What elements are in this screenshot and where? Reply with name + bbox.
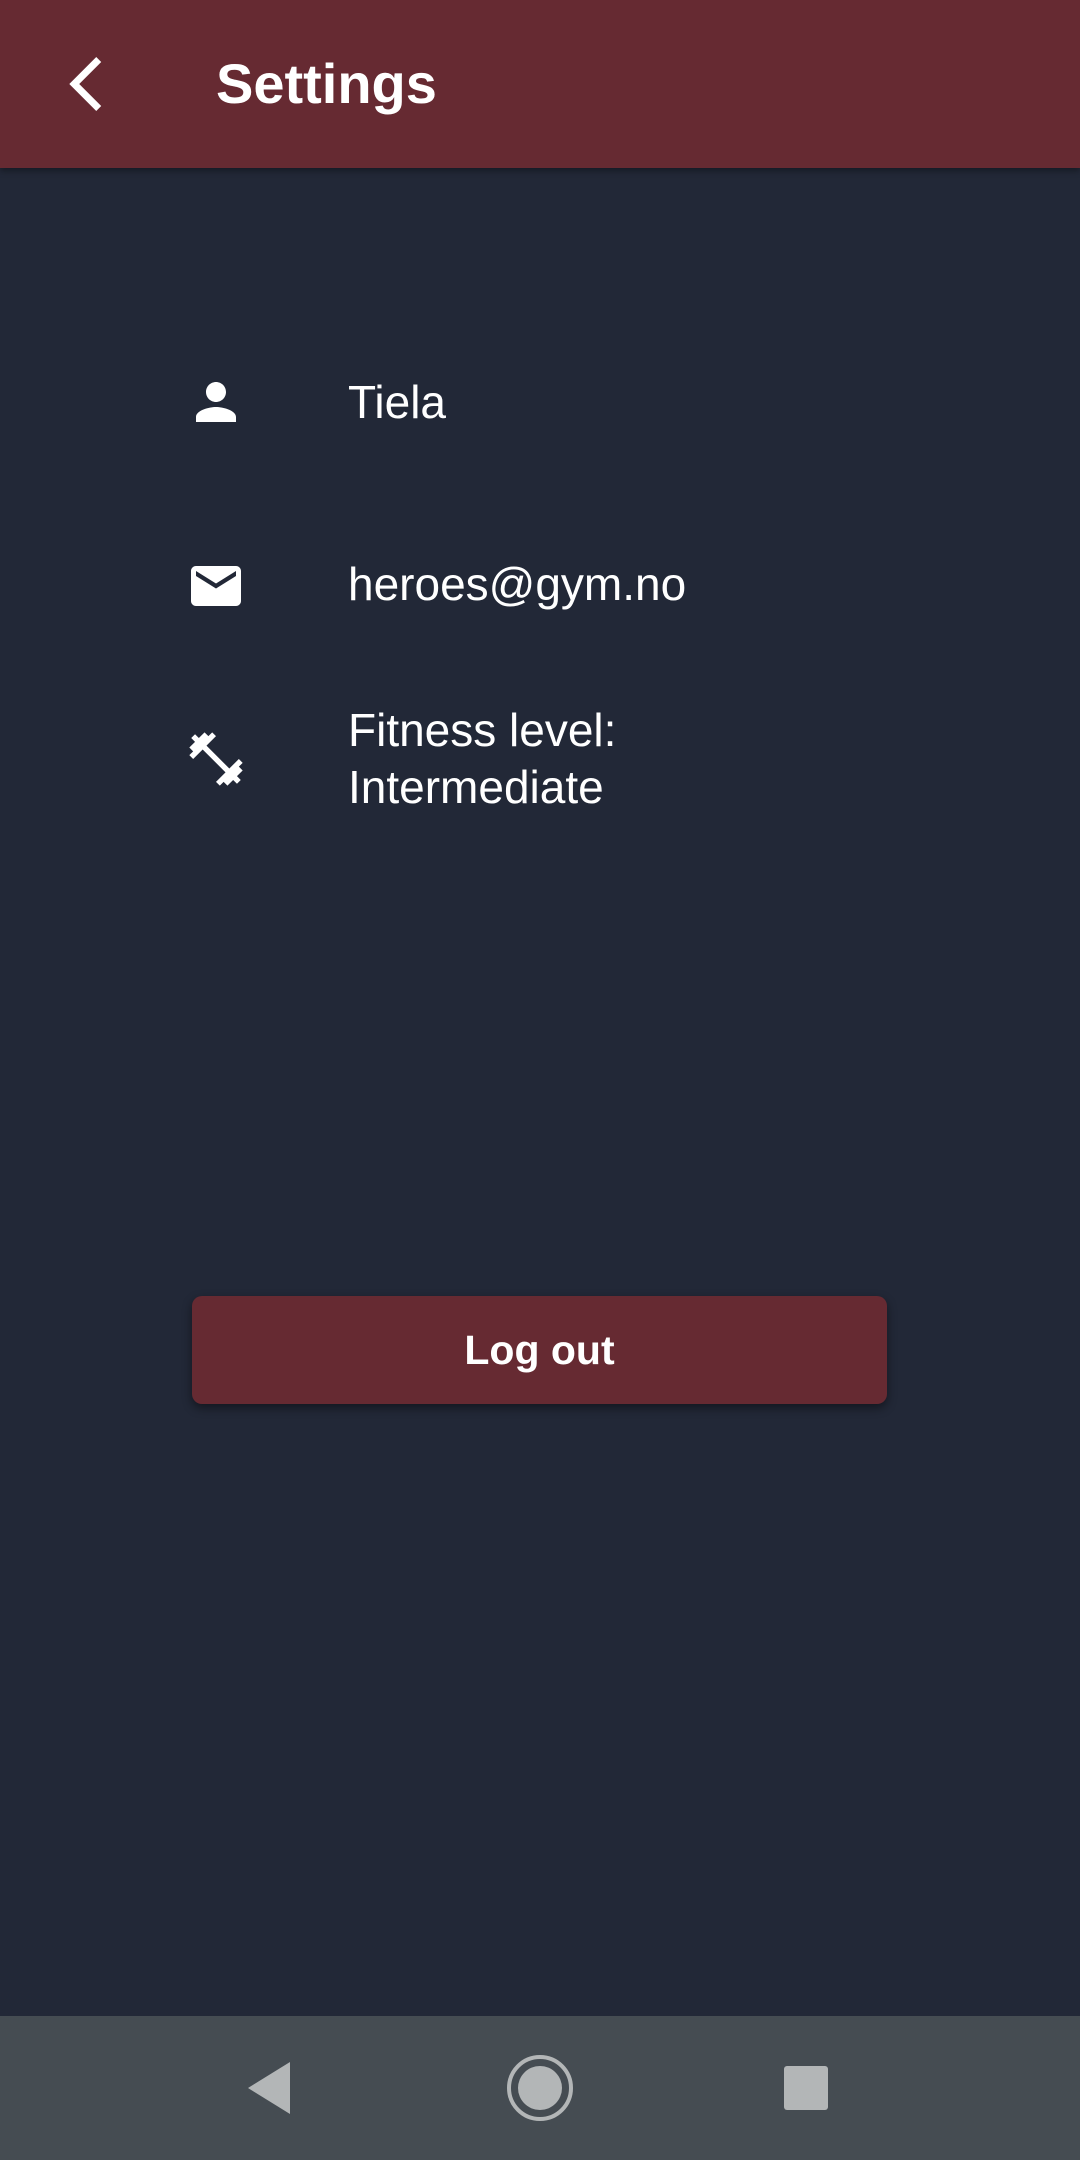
- page-title: Settings: [216, 52, 437, 115]
- system-back-button[interactable]: [230, 2048, 310, 2128]
- fitness-level-label: Fitness level:: [348, 704, 617, 756]
- chevron-left-icon: [69, 57, 102, 111]
- app-bar: Settings: [0, 0, 1080, 168]
- dumbbell-icon: [189, 732, 243, 786]
- system-home-button[interactable]: [500, 2048, 580, 2128]
- system-recents-button[interactable]: [766, 2048, 846, 2128]
- user-name: Tiela: [348, 376, 446, 428]
- name-row: Tiela: [0, 372, 1080, 432]
- triangle-back-icon: [248, 2062, 290, 2114]
- fitness-level-value: Intermediate: [348, 761, 604, 813]
- fitness-level-row: Fitness level: Intermediate: [0, 700, 1080, 820]
- circle-home-icon: [507, 2055, 573, 2121]
- system-nav-bar: [0, 2016, 1080, 2160]
- mail-icon: [191, 566, 241, 606]
- person-icon: [196, 382, 236, 422]
- user-email: heroes@gym.no: [348, 558, 687, 610]
- settings-screen: Settings Tiela heroes@gym.no Fitness lev…: [0, 0, 1080, 2160]
- email-row: heroes@gym.no: [0, 556, 1080, 616]
- square-recents-icon: [784, 2066, 828, 2110]
- logout-button[interactable]: Log out: [192, 1296, 887, 1404]
- back-button[interactable]: [40, 39, 130, 129]
